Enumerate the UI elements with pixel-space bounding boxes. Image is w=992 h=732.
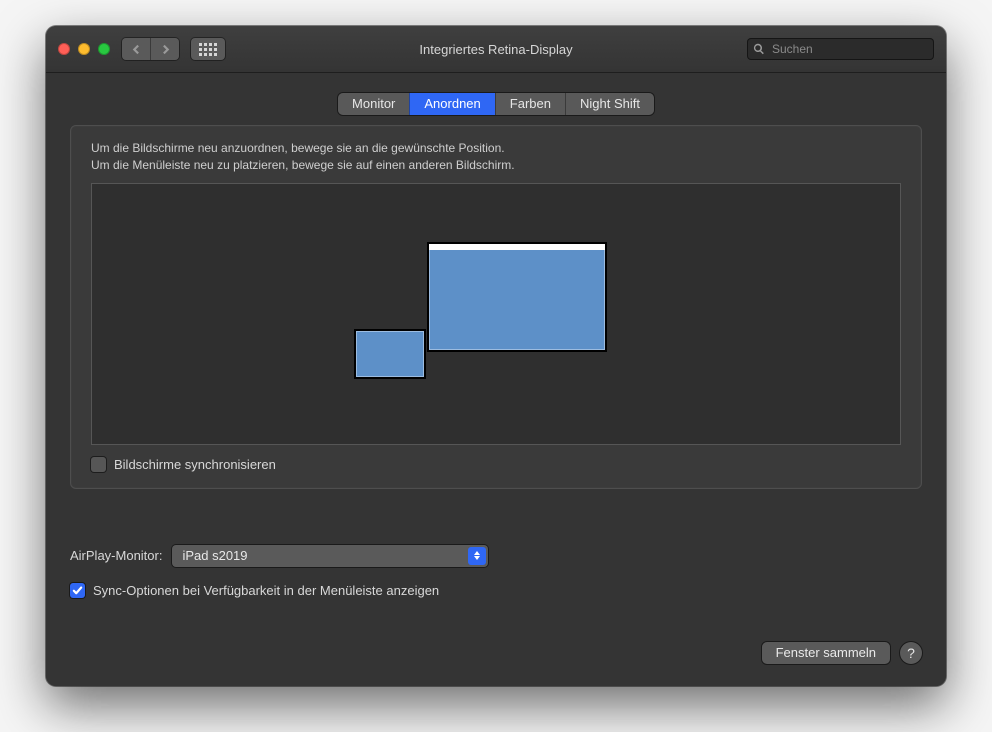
display-arrange-area[interactable] xyxy=(91,183,901,445)
search-input[interactable] xyxy=(770,41,928,57)
grid-icon xyxy=(199,43,217,56)
tab-segmented-control: MonitorAnordnenFarbenNight Shift xyxy=(338,93,654,115)
display-primary[interactable] xyxy=(427,242,607,352)
show-sync-options-checkbox[interactable] xyxy=(70,583,85,598)
tab-monitor[interactable]: Monitor xyxy=(338,93,409,115)
nav-back-button[interactable] xyxy=(122,38,150,60)
traffic-lights xyxy=(58,43,110,55)
mirror-displays-label: Bildschirme synchronisieren xyxy=(114,457,276,472)
search-field[interactable] xyxy=(747,38,934,60)
airplay-label: AirPlay-Monitor: xyxy=(70,548,162,563)
minimize-button[interactable] xyxy=(78,43,90,55)
close-button[interactable] xyxy=(58,43,70,55)
sync-menu-row: Sync-Optionen bei Verfügbarkeit in der M… xyxy=(70,583,922,598)
gather-windows-button[interactable]: Fenster sammeln xyxy=(762,642,890,664)
window-body: MonitorAnordnenFarbenNight Shift Um die … xyxy=(46,73,946,686)
show-sync-options-label: Sync-Optionen bei Verfügbarkeit in der M… xyxy=(93,583,439,598)
mirror-displays-checkbox[interactable] xyxy=(91,457,106,472)
zoom-button[interactable] xyxy=(98,43,110,55)
help-button[interactable]: ? xyxy=(900,642,922,664)
tab-farben[interactable]: Farben xyxy=(495,93,565,115)
bottom-controls: AirPlay-Monitor: iPad s2019 Sync-Optione… xyxy=(70,545,922,598)
footer-right: Fenster sammeln ? xyxy=(762,642,922,664)
window-toolbar: Integriertes Retina-Display xyxy=(46,26,946,73)
tab-anordnen[interactable]: Anordnen xyxy=(409,93,494,115)
airplay-selected-value: iPad s2019 xyxy=(182,548,247,563)
nav-back-forward xyxy=(122,38,179,60)
display-secondary[interactable] xyxy=(354,329,426,379)
airplay-row: AirPlay-Monitor: iPad s2019 xyxy=(70,545,922,567)
arrange-panel: Um die Bildschirme neu anzuordnen, beweg… xyxy=(70,125,922,489)
show-all-button[interactable] xyxy=(191,38,225,60)
airplay-popup[interactable]: iPad s2019 xyxy=(172,545,488,567)
tab-night-shift[interactable]: Night Shift xyxy=(565,93,654,115)
arrange-hint-text: Um die Bildschirme neu anzuordnen, beweg… xyxy=(91,140,901,175)
nav-forward-button[interactable] xyxy=(150,38,179,60)
stepper-icon xyxy=(468,547,486,565)
mirror-displays-row: Bildschirme synchronisieren xyxy=(91,457,901,472)
prefs-window: Integriertes Retina-Display MonitorAnord… xyxy=(46,26,946,686)
search-icon xyxy=(753,43,765,55)
